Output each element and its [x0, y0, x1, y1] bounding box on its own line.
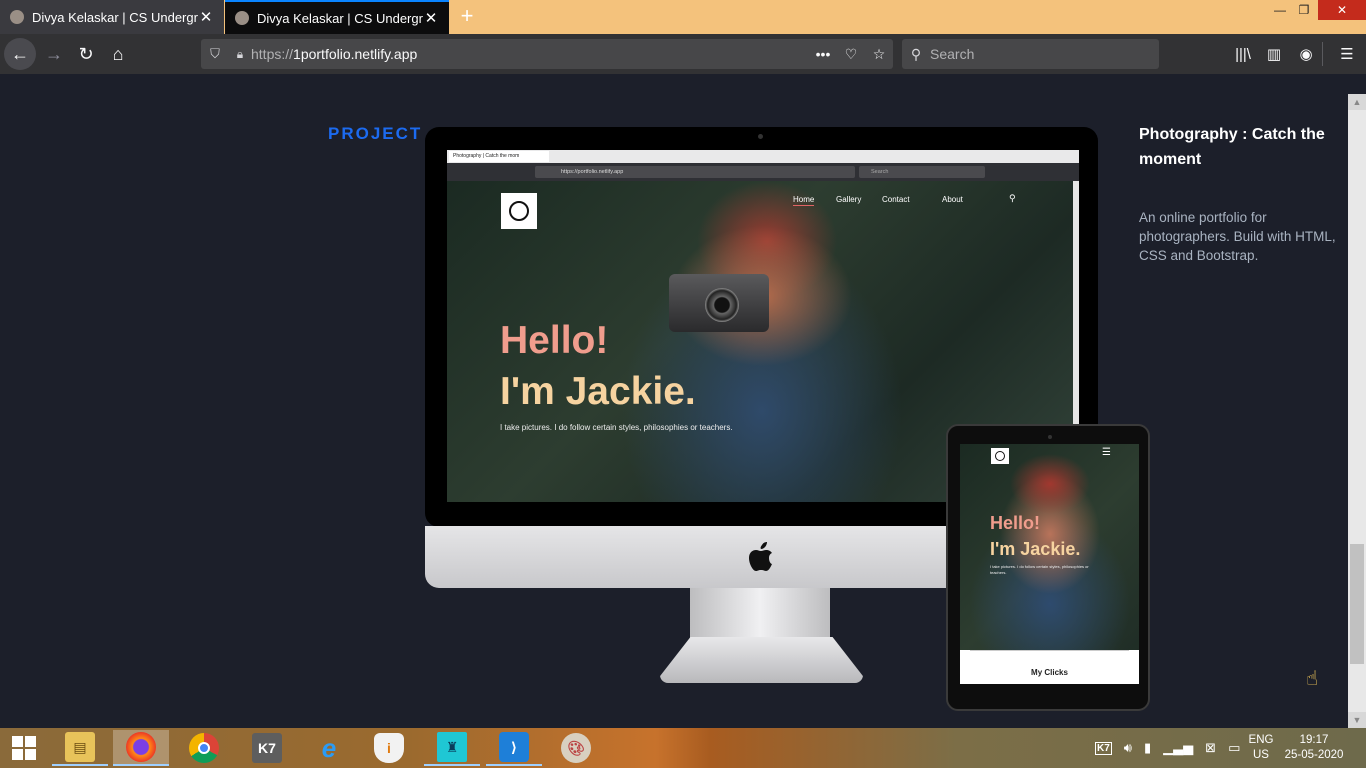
- account-icon[interactable]: ◉: [1295, 44, 1317, 66]
- system-tray: K7 🔊︎ ▮ ▁▃▅ ⊠ ▭: [1095, 728, 1245, 768]
- preview-search: Search: [859, 166, 985, 178]
- apple-logo-icon: [749, 542, 772, 571]
- ipad-camera: [1048, 435, 1052, 439]
- ipad-gallery-heading: My Clicks: [1031, 668, 1068, 677]
- ipad-hero-subtitle: I take pictures. I do follow certain sty…: [990, 564, 1089, 575]
- k7-tray-icon[interactable]: K7: [1095, 741, 1112, 755]
- close-tab-icon[interactable]: ✕: [423, 9, 439, 27]
- k7-security-icon[interactable]: K7: [239, 730, 295, 766]
- tab-favicon: [235, 11, 249, 25]
- sidebar-icon[interactable]: ▥: [1263, 44, 1285, 66]
- page-scrollbar[interactable]: ▲ ▼: [1348, 94, 1366, 728]
- hamburger-menu-icon: ☰: [1102, 447, 1111, 458]
- page-viewport: PROJECT Photography | Catch the mom http…: [0, 74, 1348, 728]
- preview-nav-gallery: Gallery: [836, 195, 862, 204]
- pointing-hand-icon[interactable]: ☝: [1306, 666, 1330, 692]
- language-indicator[interactable]: ENG US: [1244, 733, 1278, 763]
- vscode-icon[interactable]: ⟩: [486, 730, 542, 766]
- tab-strip: Divya Kelaskar | CS Undergradu ✕ Divya K…: [0, 0, 1366, 34]
- photography-logo: [501, 193, 537, 229]
- project-description: An online portfolio for photographers. B…: [1139, 210, 1336, 263]
- library-icon[interactable]: |||\: [1232, 44, 1254, 66]
- close-window-button[interactable]: ✕: [1318, 0, 1366, 20]
- no-network-icon[interactable]: ⊠: [1205, 740, 1216, 756]
- windows-taskbar: ▤ K7 e i ♜ ⟩ 🎨︎ K7 🔊︎ ▮ ▁▃▅ ⊠ ▭ ENG US 1…: [0, 728, 1366, 768]
- preview-tab-bar: Photography | Catch the mom: [447, 150, 1079, 163]
- new-tab-button[interactable]: +: [455, 4, 479, 28]
- firefox-icon[interactable]: [113, 730, 169, 766]
- scroll-thumb[interactable]: [1350, 544, 1364, 664]
- pocket-icon[interactable]: ♡: [837, 46, 865, 63]
- back-arrow-icon[interactable]: ←: [4, 38, 36, 70]
- paint-icon[interactable]: 🎨︎: [548, 730, 604, 766]
- divider: [970, 650, 1129, 651]
- file-explorer-icon[interactable]: ▤: [52, 730, 108, 766]
- reload-icon[interactable]: ↻: [70, 38, 102, 70]
- forward-arrow-icon[interactable]: →: [38, 38, 70, 70]
- lock-icon[interactable]: 🔒︎: [229, 47, 251, 62]
- photography-logo: [991, 448, 1009, 464]
- ipad-screen-preview[interactable]: ☰ Hello! I'm Jackie. I take pictures. I …: [960, 444, 1139, 684]
- volume-icon[interactable]: 🔊︎: [1124, 740, 1132, 756]
- tracking-shield-icon[interactable]: ⛉: [201, 46, 229, 62]
- battery-icon[interactable]: ▮: [1144, 740, 1151, 756]
- search-input[interactable]: ⚲ Search: [902, 39, 1159, 69]
- preview-hero-name: I'm Jackie.: [500, 370, 696, 413]
- maximize-button[interactable]: ❐: [1289, 0, 1319, 20]
- preview-url: https://portfolio.netlify.app: [535, 166, 855, 178]
- chrome-icon[interactable]: [176, 730, 232, 766]
- scroll-up-arrow-icon[interactable]: ▲: [1348, 94, 1366, 110]
- tab-title: Divya Kelaskar | CS Undergradu: [257, 10, 423, 26]
- ipad-hero-greeting: Hello!: [990, 513, 1041, 533]
- close-tab-icon[interactable]: ✕: [198, 8, 214, 26]
- browser-tab[interactable]: Divya Kelaskar | CS Undergradu ✕: [0, 0, 224, 34]
- imac-camera: [758, 134, 763, 139]
- ipad-hero-name: I'm Jackie.: [990, 539, 1081, 559]
- preview-nav-contact: Contact: [882, 195, 910, 204]
- preview-nav-bar: https://portfolio.netlify.app Search: [447, 163, 1079, 181]
- app-shield-icon[interactable]: i: [361, 730, 417, 766]
- preview-tab-title: Photography | Catch the mom: [449, 151, 549, 162]
- scroll-down-arrow-icon[interactable]: ▼: [1348, 712, 1366, 728]
- windows-start-icon[interactable]: [0, 728, 50, 768]
- project-title: Photography : Catch the moment: [1139, 126, 1325, 168]
- ipad-gallery-section: My Clicks: [960, 650, 1139, 684]
- preview-nav-about: About: [942, 195, 963, 204]
- section-label: PROJECT: [328, 124, 423, 143]
- tab-favicon: [10, 10, 24, 24]
- url-bar[interactable]: ⛉ 🔒︎ https://1portfolio.netlify.app ••• …: [201, 39, 893, 69]
- preview-hero-greeting: Hello!: [500, 319, 609, 362]
- internet-explorer-icon[interactable]: e: [301, 730, 357, 766]
- show-desktop-button[interactable]: [1350, 728, 1366, 768]
- taskbar-clock[interactable]: 19:17 25-05-2020: [1282, 733, 1346, 763]
- network-signal-icon[interactable]: ▁▃▅: [1163, 740, 1193, 756]
- search-icon: ⚲: [910, 45, 922, 62]
- url-text[interactable]: https://1portfolio.netlify.app: [251, 46, 809, 62]
- browser-tab-active[interactable]: Divya Kelaskar | CS Undergradu ✕: [225, 0, 449, 34]
- star-icon[interactable]: ☆: [865, 46, 893, 63]
- toolbar-separator: [1322, 42, 1323, 66]
- camera-illustration: [669, 274, 769, 332]
- navigation-toolbar: ← → ↻ ⌂ ⛉ 🔒︎ https://1portfolio.netlify.…: [0, 34, 1366, 74]
- tab-title: Divya Kelaskar | CS Undergradu: [32, 9, 198, 25]
- home-icon[interactable]: ⌂: [102, 38, 134, 70]
- hamburger-menu-icon[interactable]: ☰: [1336, 44, 1358, 66]
- preview-hero-subtitle: I take pictures. I do follow certain sty…: [500, 423, 733, 432]
- app-tile-icon[interactable]: ♜: [424, 730, 480, 766]
- imac-stand-foot: [660, 637, 863, 683]
- imac-stand-neck: [690, 588, 830, 638]
- display-icon[interactable]: ▭: [1228, 740, 1240, 756]
- preview-nav-home: Home: [793, 195, 815, 206]
- more-dots-icon[interactable]: •••: [809, 46, 837, 62]
- search-icon: ⚲: [1009, 193, 1016, 203]
- search-placeholder: Search: [930, 46, 975, 62]
